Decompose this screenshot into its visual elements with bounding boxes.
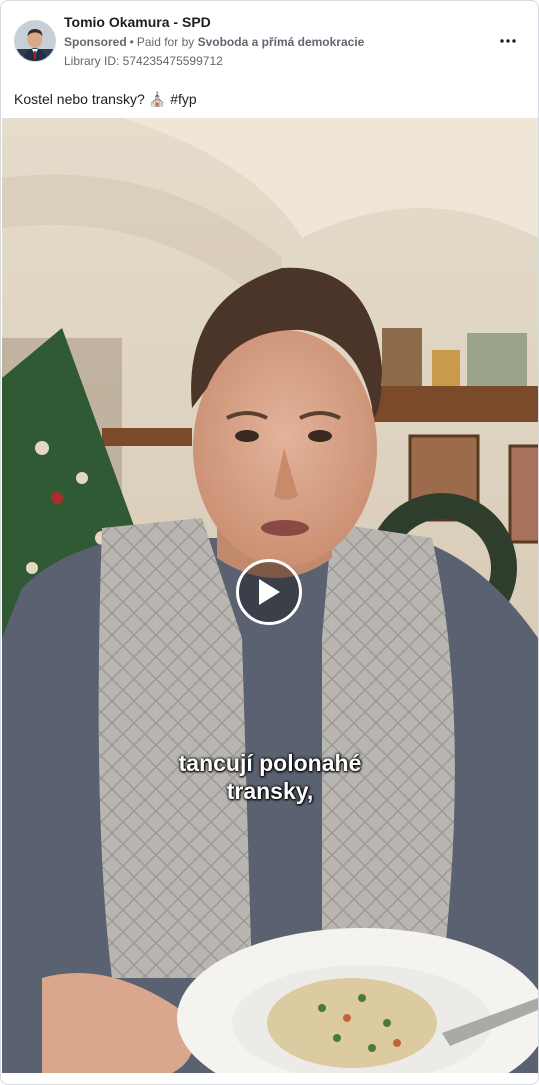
caption-hashtag[interactable]: #fyp xyxy=(170,91,196,107)
sponsored-label: Sponsored xyxy=(64,35,127,49)
page-name-link[interactable]: Tomio Okamura - SPD xyxy=(64,14,211,30)
church-emoji-icon: ⛪ xyxy=(148,91,167,107)
payer-name-link[interactable]: Svoboda a přímá demokracie xyxy=(198,35,365,49)
page-avatar[interactable] xyxy=(14,20,56,62)
sponsor-line: Sponsored • Paid for by Svoboda a přímá de… xyxy=(64,35,364,49)
post-caption: Kostel nebo transky? ⛪ #fyp xyxy=(14,91,197,108)
library-id: Library ID: 574235475599712 xyxy=(64,54,223,68)
ad-header: Tomio Okamura - SPD Sponsored • Paid for b… xyxy=(1,1,538,81)
paid-for-prefix: Paid for by xyxy=(136,35,195,49)
play-icon xyxy=(259,579,280,605)
more-options-button[interactable] xyxy=(496,31,520,51)
video-player[interactable]: tancují polonahé transky, xyxy=(2,118,538,1073)
profile-avatar-image xyxy=(15,21,55,61)
caption-text: Kostel nebo transky? xyxy=(14,91,145,107)
separator-dot: • xyxy=(129,35,134,49)
subtitle-line-2: transky, xyxy=(226,778,314,804)
ad-card: Tomio Okamura - SPD Sponsored • Paid for b… xyxy=(0,0,539,1085)
play-button[interactable] xyxy=(236,559,302,625)
video-subtitle: tancují polonahé transky, xyxy=(2,749,538,805)
subtitle-line-1: tancují polonahé xyxy=(178,750,362,776)
more-options-icon xyxy=(500,39,516,43)
